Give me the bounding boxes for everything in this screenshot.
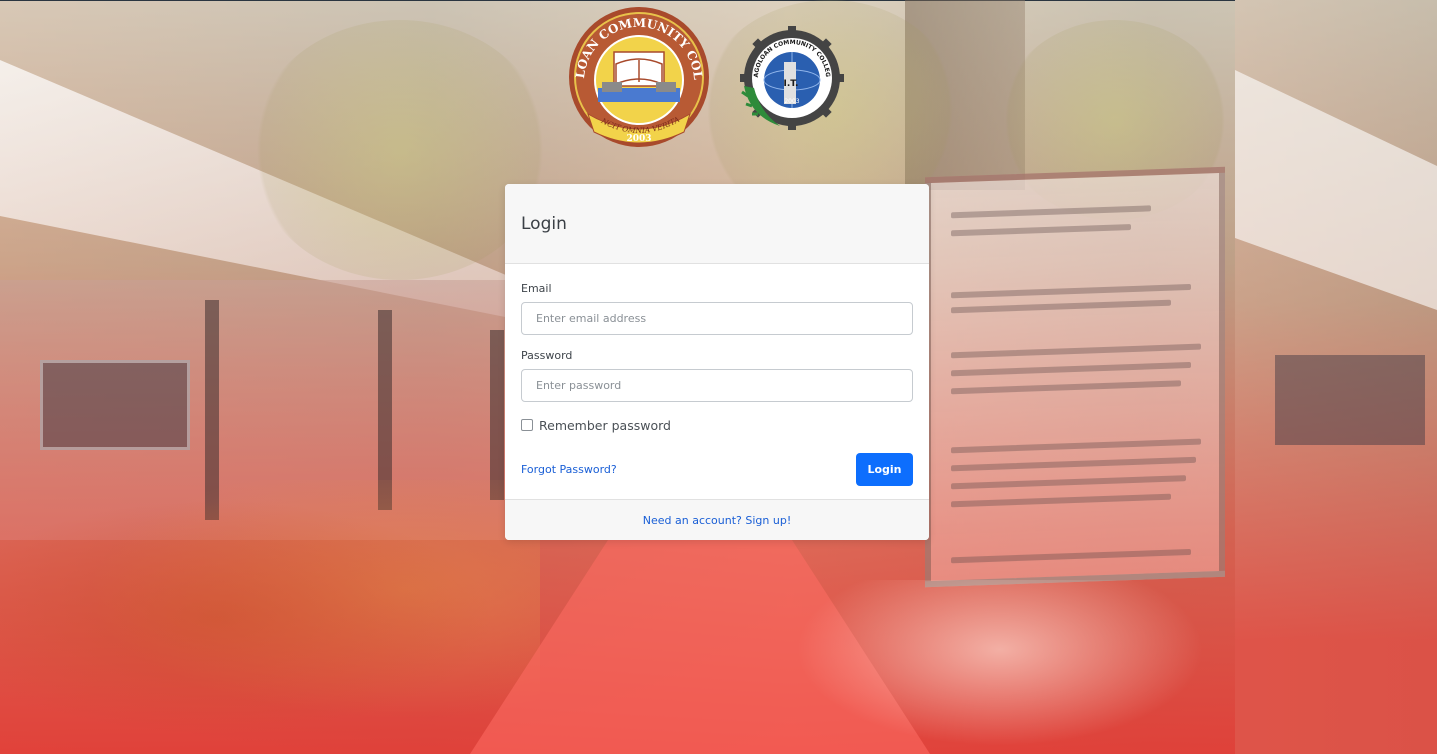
college-seal-logo: TAGOLOAN COMMUNITY COLLEGE VINCIT OMNIA … [566,4,709,147]
login-card: Login Email Password Remember password F… [505,184,929,540]
card-footer: Need an account? Sign up! [505,499,929,540]
building-pillar [490,330,504,500]
login-button[interactable]: Login [856,452,913,486]
form-actions: Forgot Password? Login [521,452,913,486]
seal-year-text: 2003 [626,134,651,144]
email-group: Email [521,282,913,335]
remember-label[interactable]: Remember password [539,418,671,433]
building-window [40,360,190,450]
password-group: Password [521,349,913,402]
it-department-logo: I.T. 2003 TAGOLOAN COMMUNITY COLLEGE [740,26,844,130]
email-label: Email [521,282,552,295]
top-border-line [0,0,1437,1]
it-year-text: 2003 [784,98,799,105]
password-label: Password [521,349,573,362]
card-header: Login [505,184,929,264]
garden-plants [0,480,540,754]
signup-link[interactable]: Need an account? Sign up! [643,514,791,527]
garden-rocks [780,580,1220,754]
remember-row: Remember password [521,416,913,434]
login-title: Login [521,214,567,234]
password-input[interactable] [521,369,913,402]
remember-checkbox[interactable] [521,419,533,431]
background-repeat-panel [1235,0,1437,754]
it-initials-text: I.T. [784,79,799,89]
campus-signboard [925,166,1225,588]
login-form: Email Password Remember password Forgot … [505,264,929,486]
forgot-password-link[interactable]: Forgot Password? [521,463,617,476]
email-input[interactable] [521,302,913,335]
